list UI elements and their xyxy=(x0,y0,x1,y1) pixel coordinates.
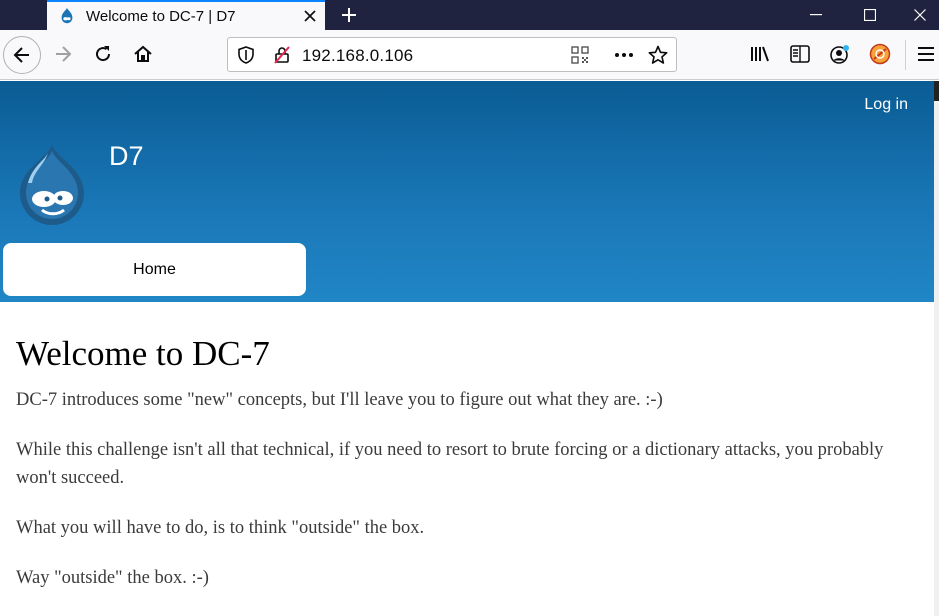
url-text[interactable]: 192.168.0.106 xyxy=(302,46,413,66)
navigation-toolbar: 192.168.0.106 xyxy=(0,30,939,80)
star-icon[interactable] xyxy=(648,45,668,65)
maximize-icon[interactable] xyxy=(847,0,893,30)
drupal-logo-icon[interactable] xyxy=(14,143,90,227)
scrollbar[interactable] xyxy=(934,81,939,616)
tab-strip: Welcome to DC-7 | D7 xyxy=(0,0,939,30)
browser-tab[interactable]: Welcome to DC-7 | D7 xyxy=(47,0,325,30)
tab-title: Welcome to DC-7 | D7 xyxy=(86,7,236,25)
library-icon[interactable] xyxy=(743,37,777,71)
nav-home-label: Home xyxy=(133,260,176,278)
drupal-favicon-icon xyxy=(61,7,73,24)
extension-icon[interactable] xyxy=(863,37,897,71)
close-tab-icon[interactable] xyxy=(295,2,325,30)
site-header: Log in D7 Home xyxy=(0,81,934,302)
hamburger-icon[interactable] xyxy=(913,37,939,71)
body-paragraph: Way "outside" the box. :-) xyxy=(16,568,209,588)
arrow-right-icon[interactable] xyxy=(46,37,80,71)
site-name[interactable]: D7 xyxy=(109,141,144,172)
login-link[interactable]: Log in xyxy=(864,96,908,114)
page-title: Welcome to DC-7 xyxy=(16,334,270,373)
account-icon[interactable] xyxy=(823,37,857,71)
window-close-icon[interactable] xyxy=(901,0,939,30)
body-paragraph: While this challenge isn't all that tech… xyxy=(16,440,884,488)
toolbar-divider xyxy=(905,40,906,70)
body-paragraph: DC-7 introduces some "new" concepts, but… xyxy=(16,390,663,410)
ellipsis-icon[interactable] xyxy=(612,45,636,65)
insecure-lock-icon[interactable] xyxy=(272,45,292,65)
shield-icon[interactable] xyxy=(236,45,256,65)
web-page: Log in D7 Home Welcome to DC-7 DC-7 intr… xyxy=(0,81,934,616)
main-content: Welcome to DC-7 DC-7 introduces some "ne… xyxy=(16,332,916,614)
reload-icon[interactable] xyxy=(86,37,120,71)
qr-code-icon[interactable] xyxy=(570,45,590,65)
nav-home-tab[interactable]: Home xyxy=(3,243,306,296)
body-paragraph: What you will have to do, is to think "o… xyxy=(16,518,425,538)
new-tab-icon[interactable] xyxy=(334,0,364,30)
url-bar[interactable]: 192.168.0.106 xyxy=(227,37,677,72)
scrollbar-thumb[interactable] xyxy=(934,81,939,101)
sidebar-icon[interactable] xyxy=(783,37,817,71)
arrow-left-icon[interactable] xyxy=(3,36,41,74)
minimize-icon[interactable] xyxy=(793,0,839,30)
home-icon[interactable] xyxy=(126,37,160,71)
